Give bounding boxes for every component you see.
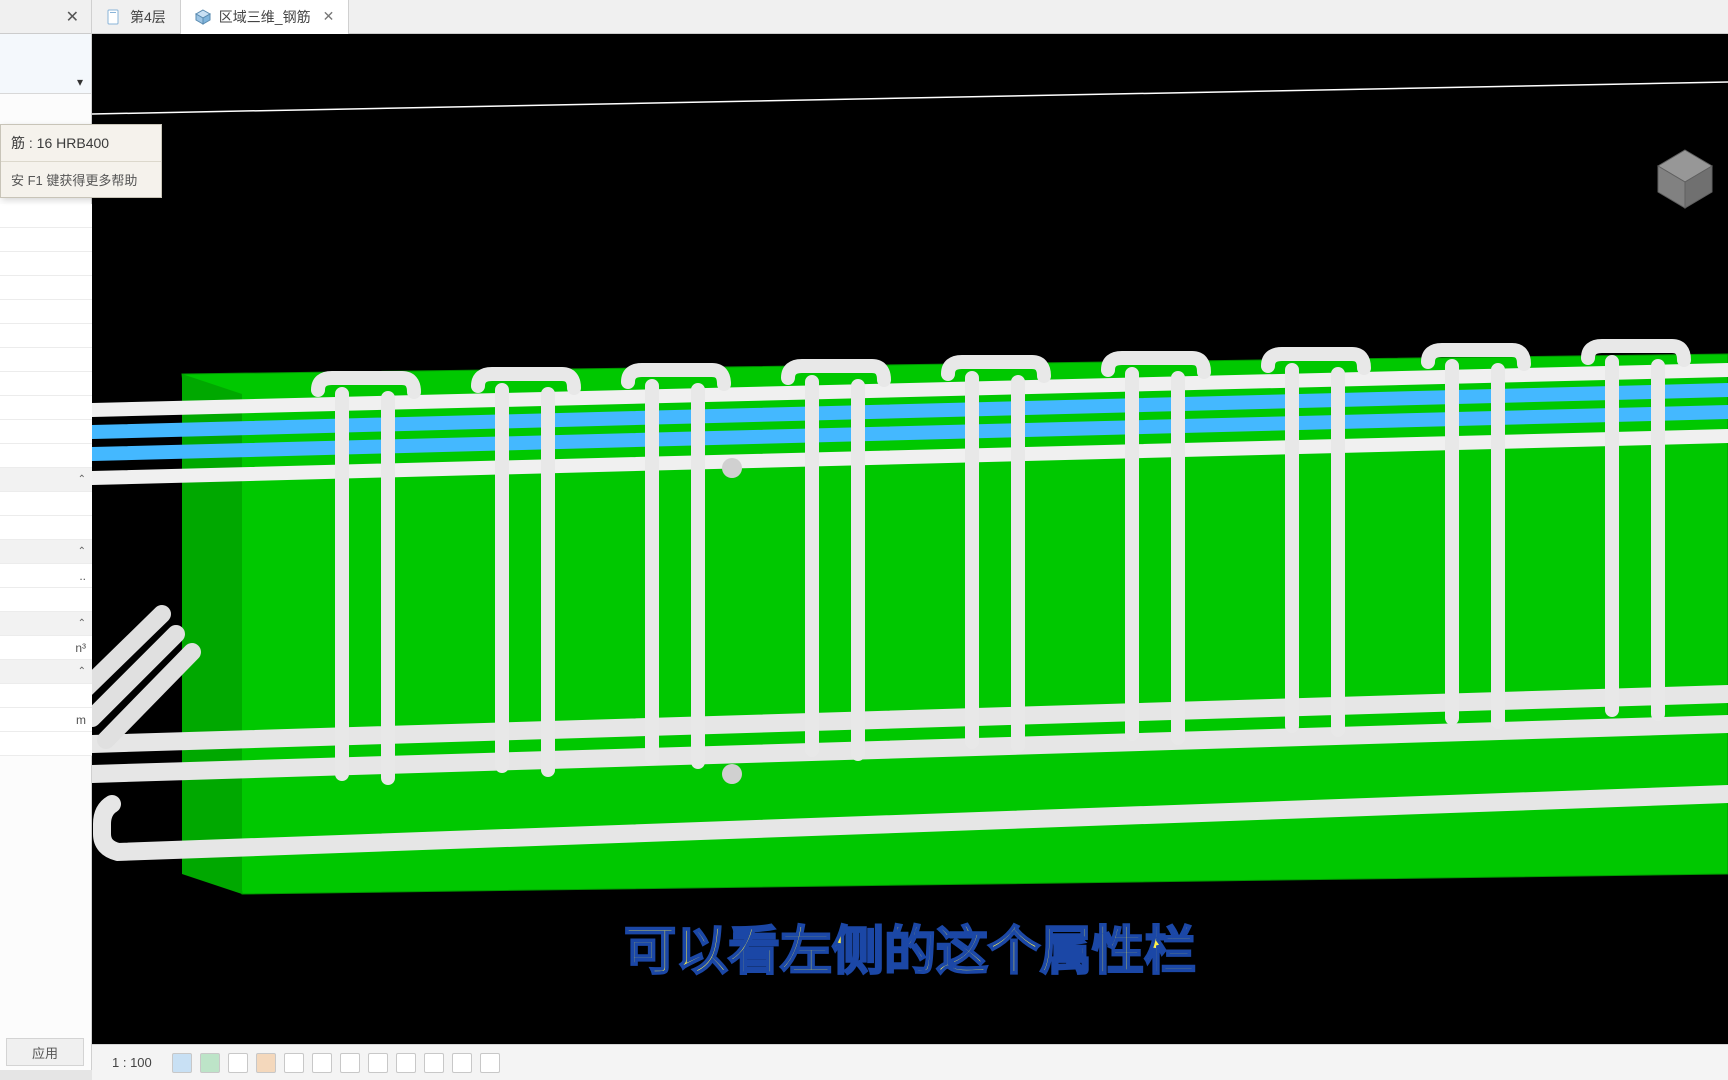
- property-row[interactable]: [0, 732, 92, 756]
- property-row[interactable]: [0, 228, 92, 252]
- property-row[interactable]: [0, 348, 92, 372]
- property-row[interactable]: [0, 324, 92, 348]
- property-row[interactable]: [0, 684, 92, 708]
- ruler-icon[interactable]: [228, 1053, 248, 1073]
- panel-close-area: ✕: [0, 0, 92, 34]
- 3d-viewport[interactable]: 可以看左侧的这个属性栏: [92, 34, 1728, 1044]
- caret-icon[interactable]: [480, 1053, 500, 1073]
- property-group-header[interactable]: ⌃: [0, 540, 92, 564]
- model-icon[interactable]: [172, 1053, 192, 1073]
- refresh-icon[interactable]: [340, 1053, 360, 1073]
- statusbar-icons: [172, 1053, 500, 1073]
- close-icon[interactable]: ✕: [323, 8, 335, 25]
- property-row[interactable]: m: [0, 708, 92, 732]
- scale-label[interactable]: 1 : 100: [104, 1055, 160, 1070]
- chevron-down-icon: ▾: [77, 75, 83, 89]
- property-rows: ⌃ ⌃ .. ⌃ n³ ⌃ m: [0, 204, 92, 756]
- close-icon[interactable]: ✕: [66, 7, 79, 27]
- property-group-header[interactable]: ⌃: [0, 468, 92, 492]
- tag-icon[interactable]: [256, 1053, 276, 1073]
- filter-icon[interactable]: [284, 1053, 304, 1073]
- tab-label: 区域三维_钢筋: [219, 7, 311, 27]
- tooltip-help: 安 F1 键获得更多帮助: [1, 162, 161, 197]
- property-row[interactable]: [0, 492, 92, 516]
- property-row[interactable]: [0, 300, 92, 324]
- property-row[interactable]: [0, 252, 92, 276]
- status-bar: 1 : 100: [92, 1044, 1728, 1080]
- apply-button[interactable]: 应用: [6, 1038, 84, 1066]
- print-icon[interactable]: [396, 1053, 416, 1073]
- tooltip: 筋 : 16 HRB400 安 F1 键获得更多帮助: [0, 124, 162, 198]
- property-group-header[interactable]: ⌃: [0, 660, 92, 684]
- property-row[interactable]: [0, 204, 92, 228]
- tab-layer4[interactable]: 第4层: [92, 0, 181, 34]
- type-selector[interactable]: ▾: [0, 34, 91, 94]
- property-row[interactable]: [0, 588, 92, 612]
- tooltip-title: 筋 : 16 HRB400: [1, 125, 161, 162]
- tab-bar: ✕ 第4层 区域三维_钢筋 ✕: [0, 0, 1728, 34]
- link-icon[interactable]: [312, 1053, 332, 1073]
- tab-label: 第4层: [130, 7, 166, 27]
- property-row[interactable]: [0, 276, 92, 300]
- save-icon[interactable]: [368, 1053, 388, 1073]
- 3d-model: [92, 34, 1728, 1044]
- property-row[interactable]: [0, 372, 92, 396]
- cube-icon[interactable]: [200, 1053, 220, 1073]
- document-icon: [106, 9, 122, 25]
- view-cube[interactable]: [1650, 144, 1720, 214]
- cloud-icon[interactable]: [452, 1053, 472, 1073]
- property-row[interactable]: [0, 516, 92, 540]
- tab-3d-rebar[interactable]: 区域三维_钢筋 ✕: [181, 0, 350, 34]
- cube-icon: [195, 9, 211, 25]
- property-group-header[interactable]: ⌃: [0, 612, 92, 636]
- property-row[interactable]: [0, 396, 92, 420]
- property-row[interactable]: [0, 444, 92, 468]
- property-row[interactable]: ..: [0, 564, 92, 588]
- grid-icon[interactable]: [424, 1053, 444, 1073]
- subtitle-text: 可以看左侧的这个属性栏: [624, 909, 1196, 984]
- property-row[interactable]: [0, 420, 92, 444]
- property-row[interactable]: n³: [0, 636, 92, 660]
